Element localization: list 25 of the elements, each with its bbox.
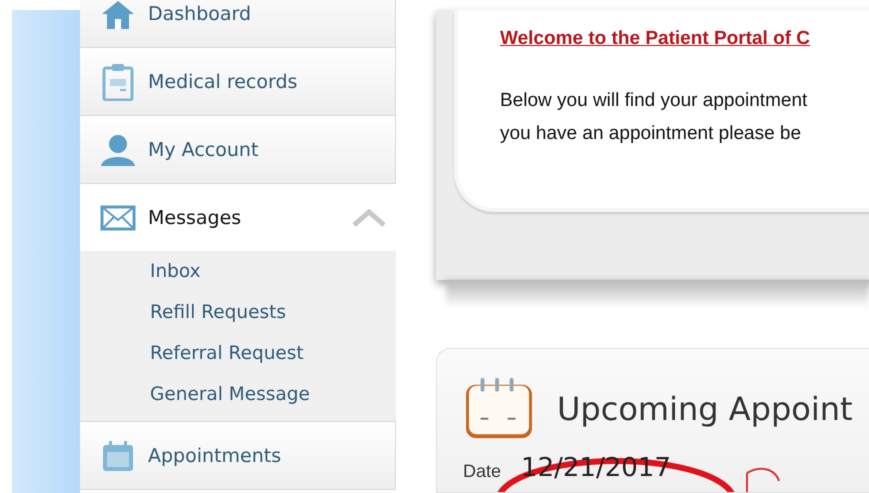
intro-text: Below you will find your appointment	[500, 89, 808, 113]
section-title: Upcoming Appoint	[557, 390, 853, 428]
calendar-icon	[100, 440, 136, 472]
envelope-icon	[100, 204, 136, 230]
sidebar-item[interactable]: My Account	[80, 116, 396, 184]
sidebar-item[interactable]: Dashboard	[80, 0, 396, 48]
sidebar-label: Medical records	[148, 70, 298, 92]
sidebar-label: Messages	[148, 206, 242, 228]
calendar-icon	[463, 377, 535, 441]
sidebar-item[interactable]: Appointments	[80, 422, 396, 490]
intro-text: you have an appointment please be	[500, 122, 802, 146]
clipboard-icon	[100, 62, 136, 100]
field-label: Date	[463, 461, 502, 482]
sidebar-label: My Account	[148, 138, 258, 160]
chevron-up-icon	[352, 208, 386, 226]
submenu-link[interactable]: Refill Requests	[150, 298, 396, 327]
person-icon	[100, 134, 136, 166]
welcome-heading[interactable]: Welcome to the Patient Portal of C	[500, 28, 810, 50]
submenu-link[interactable]: Inbox	[150, 257, 396, 286]
sidebar-label: Appointments	[148, 444, 282, 466]
submenu-link[interactable]: General Message	[150, 380, 396, 409]
house-icon	[100, 0, 136, 28]
submenu-link[interactable]: Referral Request	[150, 339, 396, 368]
sidebar-item[interactable]: Medical records	[80, 48, 396, 116]
sidebar-label: Dashboard	[148, 2, 252, 24]
